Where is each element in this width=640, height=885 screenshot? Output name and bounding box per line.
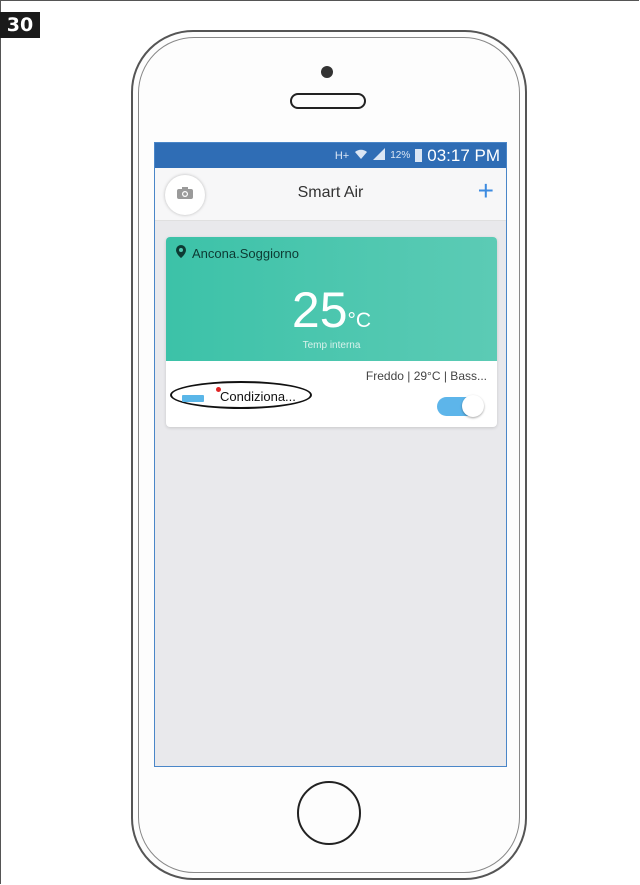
add-device-button[interactable]: + bbox=[478, 176, 494, 206]
room-location: Ancona.Soggiorno bbox=[176, 245, 299, 261]
room-location-label: Ancona.Soggiorno bbox=[192, 245, 299, 261]
toggle-knob bbox=[462, 395, 484, 417]
status-clock: 03:17 PM bbox=[427, 145, 500, 165]
home-button[interactable] bbox=[297, 781, 361, 845]
page-number-badge: 30 bbox=[0, 12, 40, 38]
temperature-label: Temp interna bbox=[302, 340, 361, 351]
battery-percent: 12% bbox=[390, 150, 411, 161]
indoor-temperature: 25°C bbox=[166, 281, 497, 339]
device-name[interactable]: Condiziona... bbox=[220, 389, 296, 404]
app-header: Smart Air + bbox=[155, 168, 506, 221]
wifi-icon bbox=[354, 148, 368, 163]
front-camera bbox=[321, 66, 333, 78]
phone-screen: H+ 12% 03:17 PM Smart Air + Ancona.Soggi… bbox=[154, 142, 507, 767]
air-conditioner-icon bbox=[182, 395, 204, 402]
location-pin-icon bbox=[176, 245, 186, 261]
app-title: Smart Air bbox=[297, 184, 364, 201]
power-toggle[interactable] bbox=[437, 395, 484, 417]
temperature-value: 25 bbox=[291, 282, 348, 338]
battery-icon bbox=[415, 149, 423, 162]
room-card-header[interactable]: Ancona.Soggiorno 25°C Temp interna bbox=[166, 237, 497, 361]
signal-icon bbox=[373, 148, 386, 163]
mode-summary: Freddo | 29°C | Bass... bbox=[365, 369, 487, 383]
network-type-label: H+ bbox=[334, 149, 350, 162]
earpiece-speaker bbox=[290, 93, 366, 109]
status-bar: H+ 12% 03:17 PM bbox=[155, 143, 506, 168]
room-card[interactable]: Ancona.Soggiorno 25°C Temp interna Fredd… bbox=[166, 237, 497, 427]
temperature-unit: °C bbox=[347, 309, 372, 332]
plus-icon: + bbox=[477, 175, 494, 206]
